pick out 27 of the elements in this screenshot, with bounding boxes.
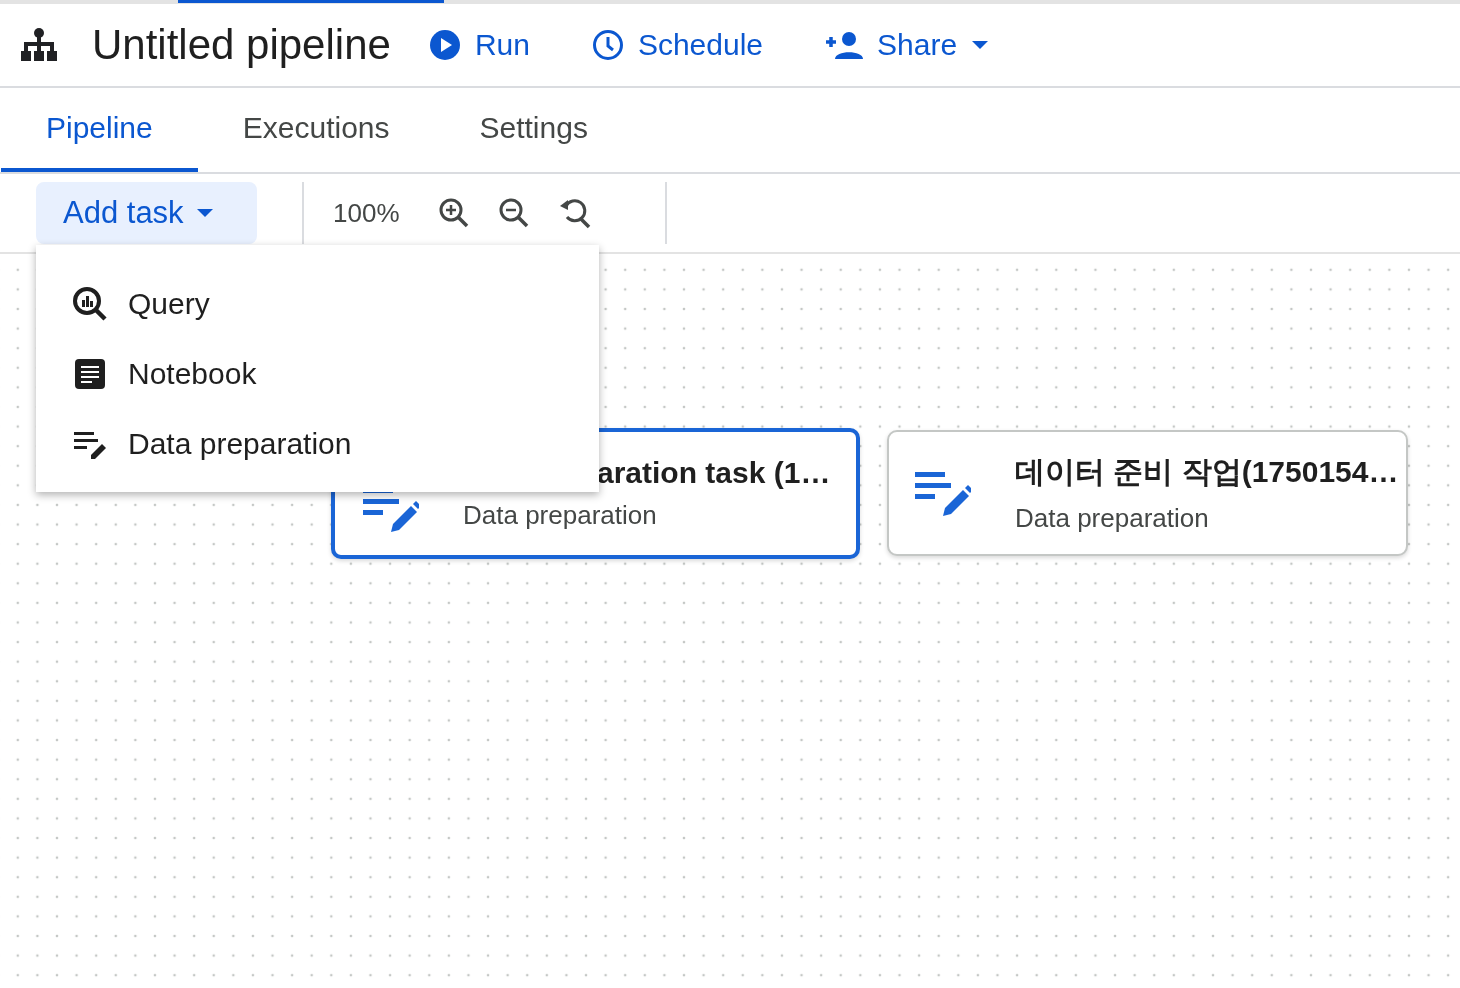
schedule-button[interactable]: Schedule bbox=[591, 28, 764, 62]
clock-icon bbox=[591, 29, 624, 61]
data-prep-icon bbox=[915, 470, 971, 516]
menu-item[interactable]: Query bbox=[36, 269, 210, 339]
add-person-icon bbox=[825, 31, 864, 59]
pipeline-title: Untitled pipeline bbox=[92, 21, 391, 69]
search-chart-icon bbox=[72, 286, 108, 322]
caret-icon bbox=[195, 208, 214, 218]
run-button[interactable]: Run bbox=[428, 28, 530, 62]
caret-icon bbox=[971, 40, 990, 50]
zoom-out-icon[interactable] bbox=[497, 197, 530, 229]
zoom-level: 100% bbox=[333, 197, 400, 229]
hierarchy-icon bbox=[20, 28, 58, 62]
tab[interactable]: Executions bbox=[197, 88, 435, 172]
document-icon bbox=[72, 356, 108, 392]
add-task-button[interactable]: Add task bbox=[36, 182, 257, 244]
play-icon bbox=[428, 29, 461, 61]
task-node[interactable]: 데이터 준비 작업(1750154… Data preparation bbox=[887, 430, 1408, 556]
task-type: Data preparation bbox=[1015, 503, 1209, 534]
tab[interactable]: Settings bbox=[434, 88, 633, 172]
share-button[interactable]: Share bbox=[825, 28, 990, 62]
task-type: Data preparation bbox=[463, 500, 657, 531]
menu-item[interactable]: Notebook bbox=[36, 339, 257, 409]
task-title: 데이터 준비 작업(1750154… bbox=[1015, 454, 1399, 490]
task-title: aration task (1… bbox=[597, 456, 831, 490]
zoom-in-icon[interactable] bbox=[437, 197, 470, 229]
tab[interactable]: Pipeline bbox=[1, 88, 198, 172]
